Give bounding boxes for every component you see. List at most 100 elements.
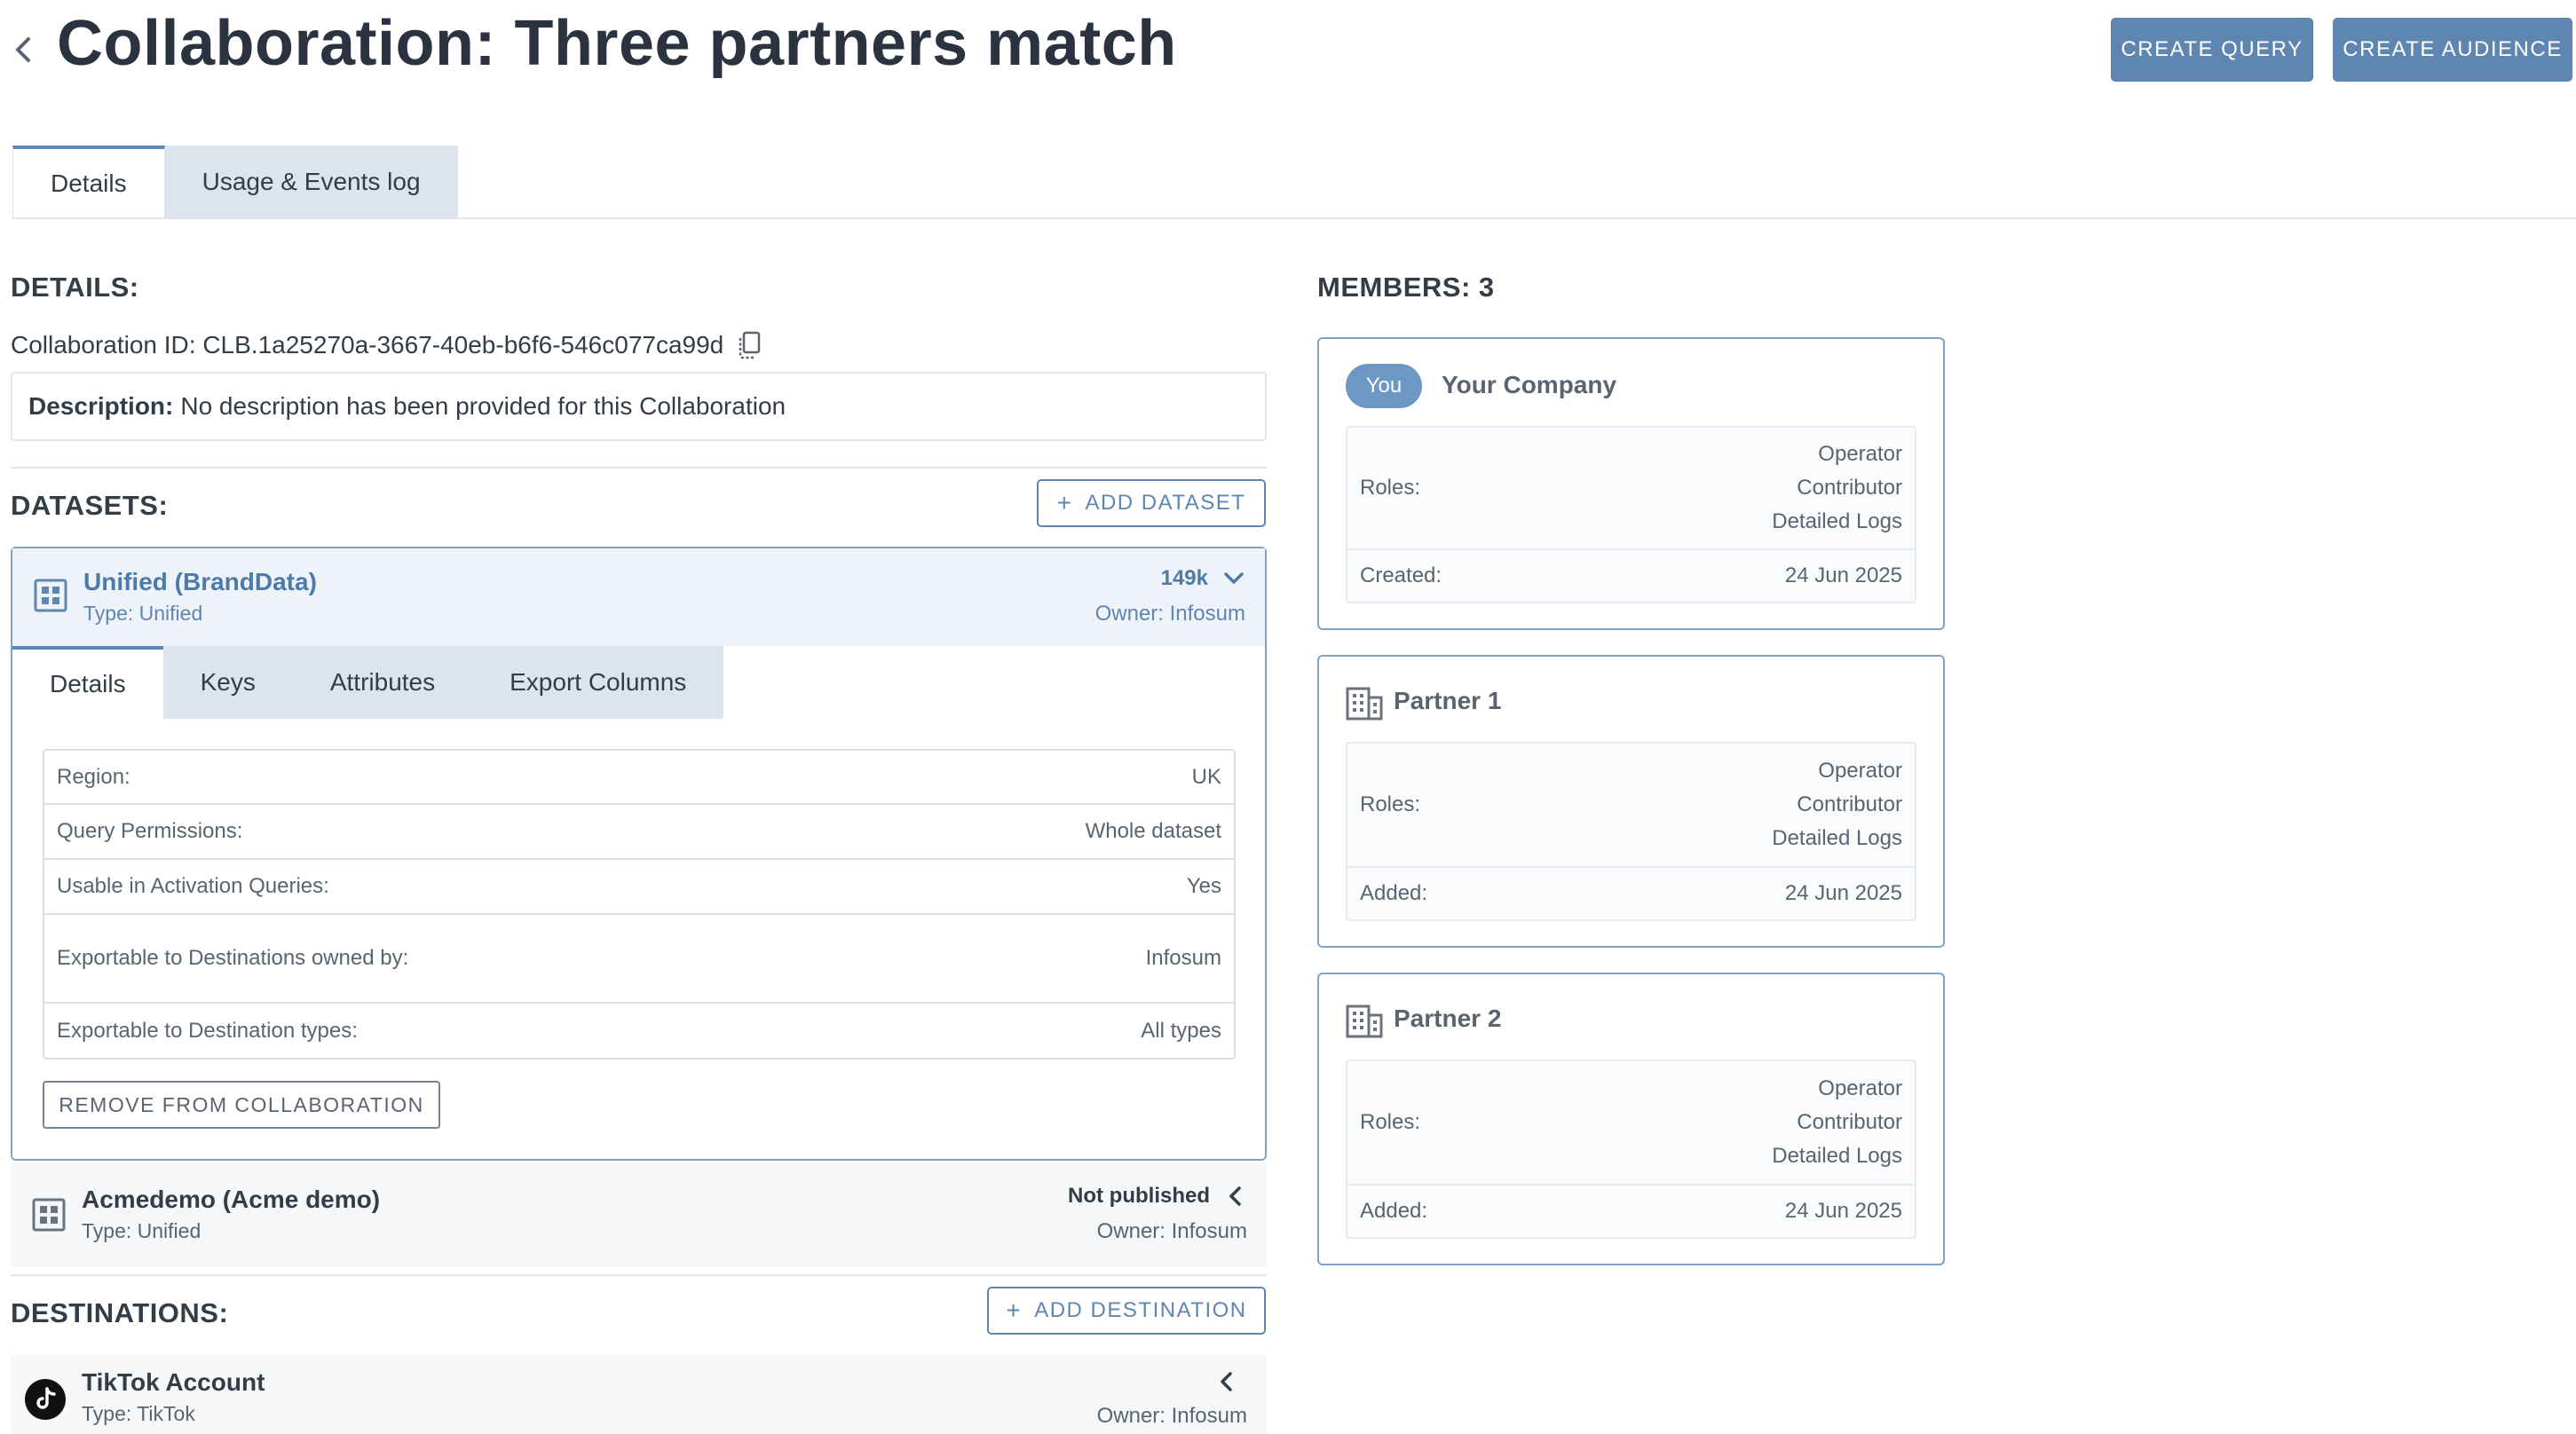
property-label: Exportable to Destinations owned by: <box>57 946 409 970</box>
chevron-down-icon[interactable] <box>1222 567 1245 590</box>
member-roles-row: Roles: Operator Contributor Detailed Log… <box>1347 1061 1915 1184</box>
dataset-count-value: 149k <box>1160 566 1208 590</box>
member-date-row: Added: 24 Jun 2025 <box>1347 866 1915 919</box>
member-name: Your Company <box>1442 371 1617 398</box>
plus-icon: + <box>1056 489 1073 516</box>
you-badge: You <box>1346 364 1422 408</box>
member-name: Partner 1 <box>1394 687 1502 714</box>
dataset-owner: Owner: Infosum <box>1094 602 1245 626</box>
create-audience-button[interactable]: CREATE AUDIENCE <box>2333 18 2572 82</box>
building-icon <box>1346 687 1383 721</box>
dataset-card-header[interactable]: Unified (BrandData) Type: Unified 149k O… <box>12 548 1265 646</box>
add-destination-button[interactable]: + ADD DESTINATION <box>987 1287 1266 1335</box>
copy-icon[interactable] <box>736 330 763 360</box>
roles-label: Roles: <box>1360 1110 1421 1134</box>
role: Detailed Logs <box>1772 509 1902 533</box>
property-value: All types <box>1141 1018 1221 1043</box>
property-value: Whole dataset <box>1085 819 1221 843</box>
dataset-tab-export-columns[interactable]: Export Columns <box>472 646 724 719</box>
page-tabs: Details Usage & Events log <box>12 146 458 218</box>
chevron-left-icon[interactable] <box>1215 1370 1238 1393</box>
role: Operator <box>1818 442 1902 466</box>
tab-usage-events-log[interactable]: Usage & Events log <box>164 146 458 218</box>
collaboration-id-text: Collaboration ID: CLB.1a25270a-3667-40eb… <box>11 331 724 358</box>
description-text: No description has been provided for thi… <box>180 392 786 420</box>
dataset-type: Type: Unified <box>82 1219 201 1242</box>
tabs-divider <box>12 217 2576 219</box>
dataset-tabs: Details Keys Attributes Export Columns <box>12 646 724 719</box>
dataset-owner: Owner: Infosum <box>1096 1219 1247 1243</box>
description-box: Description: No description has been pro… <box>11 372 1267 441</box>
dataset-name: Unified (BrandData) <box>83 568 317 595</box>
roles-label: Roles: <box>1360 792 1421 816</box>
property-value: Infosum <box>1145 946 1221 970</box>
building-icon <box>1346 1005 1383 1038</box>
divider <box>11 1274 1267 1276</box>
destination-card-tiktok[interactable]: TikTok Account Type: TikTok Owner: Infos… <box>11 1354 1267 1434</box>
destination-name: TikTok Account <box>82 1368 265 1396</box>
grid-icon <box>34 579 67 612</box>
dataset-properties-table: Region: UK Query Permissions: Whole data… <box>43 749 1236 1060</box>
date-label: Added: <box>1360 881 1428 905</box>
role: Detailed Logs <box>1772 1144 1902 1168</box>
collaboration-id: Collaboration ID: CLB.1a25270a-3667-40eb… <box>11 330 763 360</box>
dataset-tab-details[interactable]: Details <box>12 646 163 719</box>
member-card-partner-2: Partner 2 Roles: Operator Contributor De… <box>1317 973 1945 1265</box>
dataset-card-unified: Unified (BrandData) Type: Unified 149k O… <box>11 547 1267 1161</box>
property-row-region: Region: UK <box>44 751 1234 805</box>
dataset-tab-attributes[interactable]: Attributes <box>292 646 473 719</box>
date-label: Created: <box>1360 563 1442 587</box>
dataset-tab-keys[interactable]: Keys <box>162 646 293 719</box>
remove-from-collaboration-button[interactable]: REMOVE FROM COLLABORATION <box>43 1081 440 1129</box>
property-value: UK <box>1191 764 1221 789</box>
create-query-button[interactable]: CREATE QUERY <box>2111 18 2313 82</box>
role: Contributor <box>1797 1110 1902 1134</box>
member-info: Roles: Operator Contributor Detailed Log… <box>1346 1060 1916 1239</box>
roles-label: Roles: <box>1360 476 1421 500</box>
roles-list: Operator Contributor Detailed Logs <box>1772 1072 1902 1173</box>
destination-type: Type: TikTok <box>82 1402 195 1425</box>
dataset-type: Type: Unified <box>83 602 203 625</box>
tab-details[interactable]: Details <box>12 146 165 218</box>
date-value: 24 Jun 2025 <box>1784 1199 1902 1223</box>
property-label: Query Permissions: <box>57 819 243 843</box>
dataset-count: 149k <box>1161 566 1245 591</box>
property-value: Yes <box>1186 874 1221 898</box>
destinations-heading: DESTINATIONS: <box>11 1297 229 1328</box>
member-roles-row: Roles: Operator Contributor Detailed Log… <box>1347 428 1915 548</box>
dataset-card-acmedemo[interactable]: Acmedemo (Acme demo) Type: Unified Not p… <box>11 1162 1267 1267</box>
members-heading: MEMBERS: 3 <box>1317 272 1495 303</box>
dataset-name: Acmedemo (Acme demo) <box>82 1186 381 1213</box>
member-info: Roles: Operator Contributor Detailed Log… <box>1346 742 1916 921</box>
property-label: Usable in Activation Queries: <box>57 874 329 898</box>
roles-list: Operator Contributor Detailed Logs <box>1772 754 1902 855</box>
property-row-activation: Usable in Activation Queries: Yes <box>44 860 1234 915</box>
datasets-heading: DATASETS: <box>11 490 169 521</box>
role: Operator <box>1818 759 1902 783</box>
property-row-exportable-owners: Exportable to Destinations owned by: Inf… <box>44 915 1234 1004</box>
add-dataset-button[interactable]: + ADD DATASET <box>1037 479 1266 527</box>
date-value: 24 Jun 2025 <box>1784 881 1902 905</box>
grid-icon <box>32 1198 66 1232</box>
member-card-your-company: You Your Company Roles: Operator Contrib… <box>1317 337 1945 630</box>
member-card-partner-1: Partner 1 Roles: Operator Contributor De… <box>1317 655 1945 948</box>
date-value: 24 Jun 2025 <box>1784 563 1902 587</box>
description-label: Description: <box>28 392 174 420</box>
plus-icon: + <box>1006 1296 1023 1324</box>
property-row-query-permissions: Query Permissions: Whole dataset <box>44 805 1234 860</box>
role: Detailed Logs <box>1772 826 1902 850</box>
tiktok-icon <box>25 1379 66 1420</box>
dataset-status-text: Not published <box>1068 1184 1210 1208</box>
chevron-left-icon[interactable] <box>1224 1185 1247 1208</box>
back-chevron-icon[interactable] <box>7 32 39 67</box>
role: Contributor <box>1797 792 1902 816</box>
member-date-row: Added: 24 Jun 2025 <box>1347 1184 1915 1237</box>
member-date-row: Created: 24 Jun 2025 <box>1347 548 1915 602</box>
member-roles-row: Roles: Operator Contributor Detailed Log… <box>1347 744 1915 866</box>
property-label: Exportable to Destination types: <box>57 1018 358 1043</box>
divider <box>11 467 1267 469</box>
destination-owner: Owner: Infosum <box>1096 1404 1247 1428</box>
member-name: Partner 2 <box>1394 1005 1502 1032</box>
date-label: Added: <box>1360 1199 1428 1223</box>
role: Operator <box>1818 1076 1902 1100</box>
